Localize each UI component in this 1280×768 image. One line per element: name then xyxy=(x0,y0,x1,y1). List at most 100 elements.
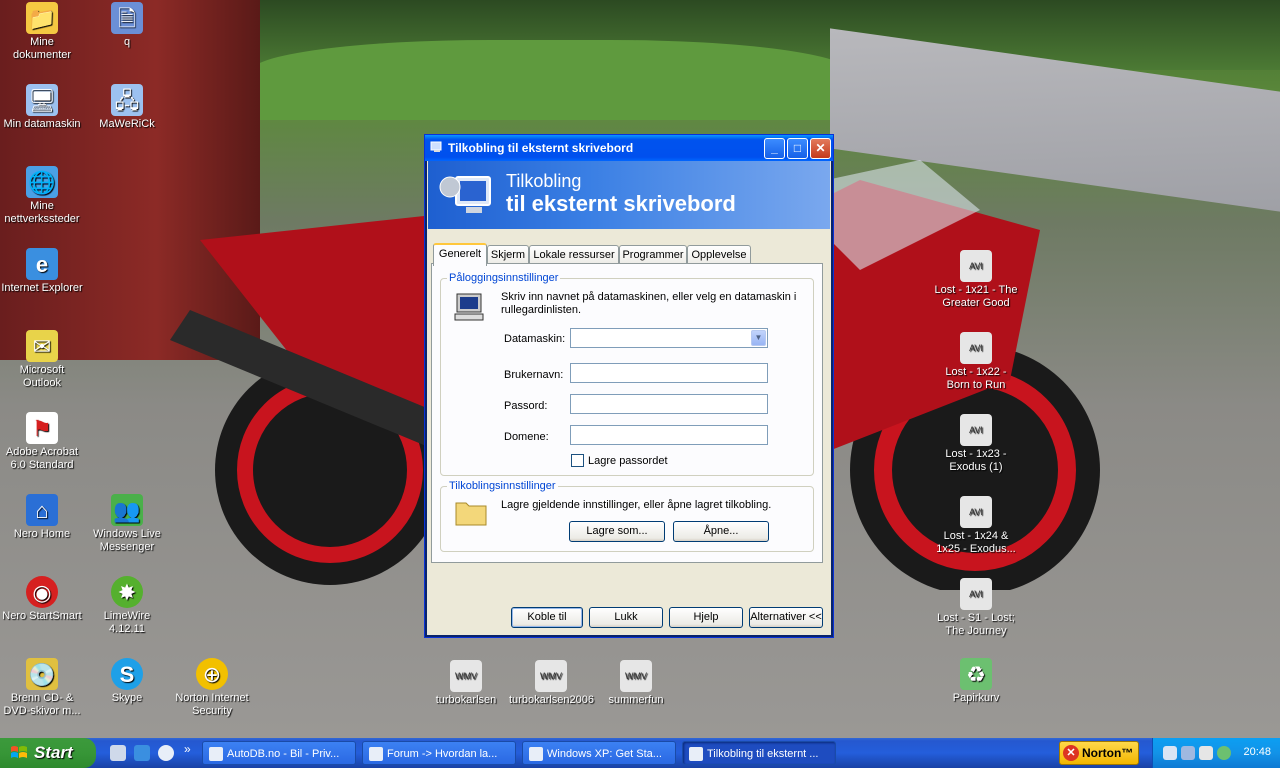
close-button[interactable]: ✕ xyxy=(810,138,831,159)
outlook-icon: ✉ xyxy=(26,330,58,362)
desktop-icon-norton[interactable]: ⊕ Norton Internet Security xyxy=(170,658,254,718)
volume-tray-icon[interactable] xyxy=(1199,746,1213,760)
desktop-icon-lost-1x23[interactable]: AVI Lost - 1x23 - Exodus (1) xyxy=(934,414,1018,474)
internet-explorer-quicklaunch-icon[interactable] xyxy=(134,745,150,761)
connection-group-title: Tilkoblingsinnstillinger xyxy=(447,480,558,492)
dialog-titlebar[interactable]: Tilkobling til eksternt skrivebord _ □ ✕ xyxy=(425,135,833,161)
avi-file-icon: AVI xyxy=(960,578,992,610)
remote-desktop-dialog: Tilkobling til eksternt skrivebord _ □ ✕… xyxy=(424,134,834,638)
norton-icon: ⊕ xyxy=(196,658,228,690)
close-dialog-button[interactable]: Lukk xyxy=(589,607,663,628)
desktop-icon-maweric[interactable]: 🖧 MaWeRiCk xyxy=(85,84,169,131)
tab-generelt[interactable]: Generelt xyxy=(433,243,487,266)
computer-keyboard-icon xyxy=(454,293,484,321)
chevron-down-icon[interactable]: ▼ xyxy=(751,330,766,346)
logon-description: Skriv inn navnet på datamaskinen, eller … xyxy=(501,291,797,316)
desktop-icon-nero-home[interactable]: ⌂ Nero Home xyxy=(0,494,84,541)
tab-opplevelse[interactable]: Opplevelse xyxy=(687,245,751,264)
password-input[interactable] xyxy=(570,394,768,414)
desktop-icon-lost-1x21[interactable]: AVI Lost - 1x21 - The Greater Good xyxy=(934,250,1018,310)
desktop-icon-recycle-bin[interactable]: ♻ Papirkurv xyxy=(934,658,1018,705)
taskbar: Start » AutoDB.no - Bil - Priv... Forum … xyxy=(0,738,1280,768)
task-windows-xp[interactable]: Windows XP: Get Sta... xyxy=(522,741,676,765)
desktop-icon-turbokarlsen2006[interactable]: WMV turbokarlsen2006 xyxy=(509,660,594,707)
remote-desktop-icon xyxy=(689,747,703,761)
quick-launch-more[interactable]: » xyxy=(184,742,191,756)
desktop-icon-limewire[interactable]: ✸ LimeWire 4.12.11 xyxy=(85,576,169,636)
domain-input[interactable] xyxy=(570,425,768,445)
desktop-icon-burn-cd[interactable]: 💿 Brenn CD- & DVD-skivor m... xyxy=(0,658,84,718)
help-button[interactable]: Hjelp xyxy=(669,607,743,628)
nero-home-icon: ⌂ xyxy=(26,494,58,526)
save-password-label[interactable]: Lagre passordet xyxy=(588,455,668,467)
save-as-button[interactable]: Lagre som... xyxy=(569,521,665,542)
banner-line2: til eksternt skrivebord xyxy=(506,191,736,216)
burn-cd-icon: 💿 xyxy=(26,658,58,690)
network-tray-icon[interactable] xyxy=(1163,746,1177,760)
task-remote-desktop[interactable]: Tilkobling til eksternt ... xyxy=(682,741,836,765)
show-desktop-icon[interactable] xyxy=(110,745,126,761)
task-autodb[interactable]: AutoDB.no - Bil - Priv... xyxy=(202,741,356,765)
password-label: Passord: xyxy=(504,400,548,412)
computer-icon: 🖥 xyxy=(26,84,58,116)
nero-startsmart-icon: ◉ xyxy=(26,576,58,608)
desktop-icon-skype[interactable]: S Skype xyxy=(85,658,169,705)
browser-icon xyxy=(529,747,543,761)
wmv-file-icon: WMV xyxy=(620,660,652,692)
wallpaper-grass xyxy=(250,40,850,120)
domain-label: Domene: xyxy=(504,431,549,443)
desktop-icon-turbokarlsen[interactable]: WMV turbokarlsen xyxy=(424,660,508,707)
media-player-icon[interactable] xyxy=(158,745,174,761)
folder-icon xyxy=(455,502,487,526)
security-tray-icon[interactable] xyxy=(1217,746,1231,760)
clock[interactable]: 20:48 xyxy=(1243,746,1271,758)
start-button[interactable]: Start xyxy=(0,738,96,768)
tab-skjerm[interactable]: Skjerm xyxy=(487,245,529,264)
browser-icon xyxy=(209,747,223,761)
skype-icon: S xyxy=(111,658,143,690)
username-input[interactable] xyxy=(570,363,768,383)
tab-lokale-ressurser[interactable]: Lokale ressurser xyxy=(529,245,619,264)
save-password-checkbox[interactable] xyxy=(571,454,584,467)
browser-icon xyxy=(369,747,383,761)
desktop-icon-my-computer[interactable]: 🖥 Min datamaskin xyxy=(0,84,84,131)
tab-programmer[interactable]: Programmer xyxy=(619,245,687,264)
desktop-icon-my-documents[interactable]: 📁 Mine dokumenter xyxy=(0,2,84,62)
start-label: Start xyxy=(34,743,73,762)
desktop-icon-q[interactable]: 🗎 q xyxy=(85,2,169,49)
desktop-icon-summerfun[interactable]: WMV summerfun xyxy=(594,660,678,707)
desktop-icon-nero-startsmart[interactable]: ◉ Nero StartSmart xyxy=(0,576,84,623)
desktop-icon-outlook[interactable]: ✉ Microsoft Outlook xyxy=(0,330,84,390)
desktop-icon-acrobat[interactable]: ⚑ Adobe Acrobat 6.0 Standard xyxy=(0,412,84,472)
folder-documents-icon: 📁 xyxy=(26,2,58,34)
desktop-icon-lost-1x24[interactable]: AVI Lost - 1x24 & 1x25 - Exodus... xyxy=(934,496,1018,556)
connect-button[interactable]: Koble til xyxy=(511,607,583,628)
connection-description: Lagre gjeldende innstillinger, eller åpn… xyxy=(501,499,772,511)
network-places-icon: 🌐 xyxy=(26,166,58,198)
open-button[interactable]: Åpne... xyxy=(673,521,769,542)
limewire-icon: ✸ xyxy=(111,576,143,608)
desktop-icon-messenger[interactable]: 👥 Windows Live Messenger xyxy=(85,494,169,554)
avi-file-icon: AVI xyxy=(960,496,992,528)
avi-file-icon: AVI xyxy=(960,332,992,364)
username-label: Brukernavn: xyxy=(504,369,564,381)
recycle-bin-icon: ♻ xyxy=(960,658,992,690)
desktop-icon-lost-s1[interactable]: AVI Lost - S1 - Lost; The Journey xyxy=(934,578,1018,638)
maximize-button[interactable]: □ xyxy=(787,138,808,159)
norton-toolbar-button[interactable]: ✕ Norton™ xyxy=(1059,741,1139,765)
messenger-icon: 👥 xyxy=(111,494,143,526)
minimize-icon: _ xyxy=(771,141,778,155)
wmv-file-icon: WMV xyxy=(450,660,482,692)
desktop-icon-internet-explorer[interactable]: e Internet Explorer xyxy=(0,248,84,295)
desktop-icon-lost-1x22[interactable]: AVI Lost - 1x22 - Born to Run xyxy=(934,332,1018,392)
options-button[interactable]: Alternativer << xyxy=(749,607,823,628)
acrobat-icon: ⚑ xyxy=(26,412,58,444)
computer-combobox[interactable]: ▼ xyxy=(570,328,768,348)
minimize-button[interactable]: _ xyxy=(764,138,785,159)
display-tray-icon[interactable] xyxy=(1181,746,1195,760)
document-icon: 🗎 xyxy=(111,2,143,34)
windows-flag-icon xyxy=(11,746,27,758)
task-forum[interactable]: Forum -> Hvordan la... xyxy=(362,741,516,765)
desktop-icon-network-places[interactable]: 🌐 Mine nettverkssteder xyxy=(0,166,84,226)
computer-label: Datamaskin: xyxy=(504,333,566,345)
